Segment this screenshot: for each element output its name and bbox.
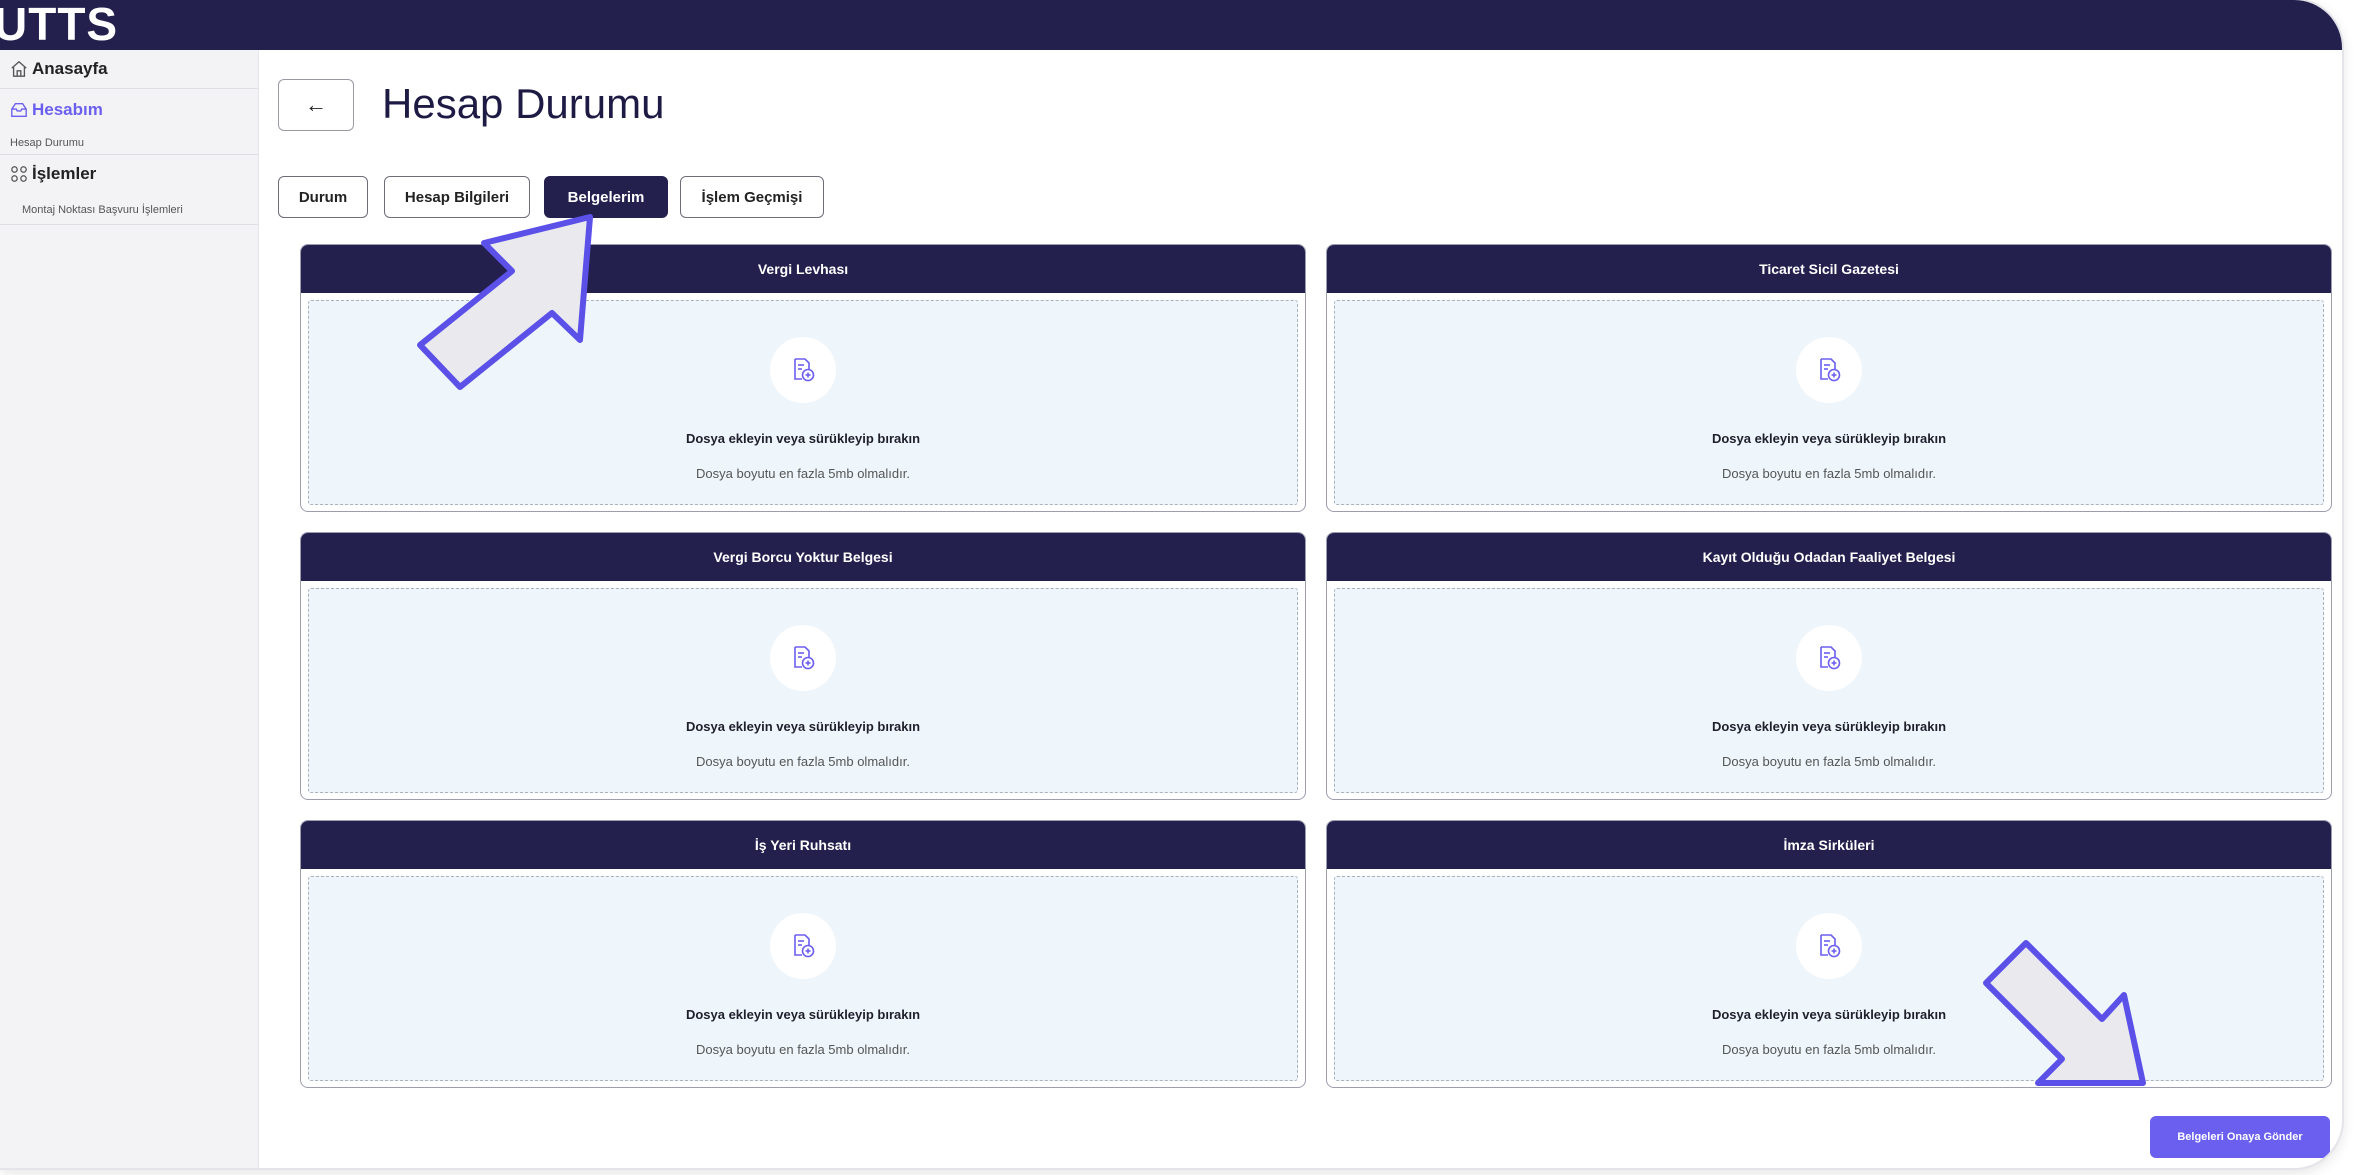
back-button[interactable]: ← [278,79,354,131]
document-card-faaliyet-belgesi: Kayıt Olduğu Odadan Faaliyet Belgesi Dos… [1326,532,2332,800]
sidebar-item-anasayfa[interactable]: Anasayfa [0,59,258,83]
dropzone-hint: Dosya boyutu en fazla 5mb olmalıdır. [696,466,910,481]
dropzone-title: Dosya ekleyin veya sürükleyip bırakın [1711,431,1947,446]
document-card-imza-sirkuleri: İmza Sirküleri Dosya ekleyin veya sürükl… [1326,820,2332,1088]
upload-icon-circle [770,337,836,403]
card-title: İmza Sirküleri [1327,821,2331,869]
upload-icon-circle [1796,625,1862,691]
sidebar: Anasayfa Hesabım Hesap Durumu İşlemler M… [0,50,259,1168]
dropzone-title: Dosya ekleyin veya sürükleyip bırakın [685,1007,921,1022]
file-add-icon [794,646,815,670]
sidebar-item-label: Anasayfa [32,59,108,78]
file-dropzone[interactable]: Dosya ekleyin veya sürükleyip bırakın Do… [1334,300,2324,505]
dropzone-hint: Dosya boyutu en fazla 5mb olmalıdır. [696,1042,910,1057]
sidebar-item-label: İşlemler [32,164,97,183]
dropzone-hint: Dosya boyutu en fazla 5mb olmalıdır. [1722,754,1936,769]
app-window: UTTS Anasayfa Hesabım Hesap Durumu İşlem… [0,0,2342,1168]
document-card-vergi-borcu: Vergi Borcu Yoktur Belgesi Dosya ekleyin… [300,532,1306,800]
tab-islem-gecmisi[interactable]: İşlem Geçmişi [680,176,824,218]
share-nodes-icon [11,166,27,182]
home-icon [11,60,27,77]
top-bar: UTTS [0,0,2342,50]
file-add-icon [794,934,815,958]
sidebar-divider [0,224,258,225]
file-dropzone[interactable]: Dosya ekleyin veya sürükleyip bırakın Do… [1334,588,2324,793]
card-title: Kayıt Olduğu Odadan Faaliyet Belgesi [1327,533,2331,581]
file-add-icon [1820,358,1841,382]
sidebar-divider [0,88,258,89]
upload-icon-circle [770,625,836,691]
file-dropzone[interactable]: Dosya ekleyin veya sürükleyip bırakın Do… [308,876,1298,1081]
file-dropzone[interactable]: Dosya ekleyin veya sürükleyip bırakın Do… [308,588,1298,793]
upload-icon-circle [770,913,836,979]
document-card-is-yeri-ruhsati: İş Yeri Ruhsatı Dosya ekleyin veya sürük… [300,820,1306,1088]
tab-durum[interactable]: Durum [278,176,368,218]
annotation-arrow-down-right-icon [1983,940,2146,1086]
dropzone-title: Dosya ekleyin veya sürükleyip bırakın [685,719,921,734]
file-dropzone[interactable]: Dosya ekleyin veya sürükleyip bırakın Do… [1334,876,2324,1081]
document-card-ticaret-sicil: Ticaret Sicil Gazetesi Dosya ekleyin vey… [1326,244,2332,512]
sidebar-item-label: Hesabım [32,100,103,119]
app-logo: UTTS [0,0,119,50]
upload-icon-circle [1796,913,1862,979]
submit-documents-button[interactable]: Belgeleri Onaya Gönder [2150,1116,2330,1158]
card-title: İş Yeri Ruhsatı [301,821,1305,869]
dropzone-title: Dosya ekleyin veya sürükleyip bırakın [685,431,921,446]
upload-icon-circle [1796,337,1862,403]
mail-box-icon [11,103,27,117]
card-title: Ticaret Sicil Gazetesi [1327,245,2331,293]
dropzone-hint: Dosya boyutu en fazla 5mb olmalıdır. [1722,466,1936,481]
annotation-arrow-up-right-icon [417,214,593,390]
dropzone-title: Dosya ekleyin veya sürükleyip bırakın [1711,719,1947,734]
sidebar-item-hesabim[interactable]: Hesabım [0,100,258,124]
arrow-left-icon: ← [305,92,327,117]
page-title: Hesap Durumu [382,80,665,127]
file-add-icon [794,358,815,382]
dropzone-title: Dosya ekleyin veya sürükleyip bırakın [1711,1007,1947,1022]
card-title: Vergi Borcu Yoktur Belgesi [301,533,1305,581]
file-add-icon [1820,934,1841,958]
file-add-icon [1820,646,1841,670]
sidebar-item-islemler[interactable]: İşlemler [0,164,258,188]
dropzone-hint: Dosya boyutu en fazla 5mb olmalıdır. [1722,1042,1936,1057]
sidebar-subitem-montaj[interactable]: Montaj Noktası Başvuru İşlemleri [22,204,183,216]
dropzone-hint: Dosya boyutu en fazla 5mb olmalıdır. [696,754,910,769]
sidebar-divider [0,154,258,155]
sidebar-subitem-hesap-durumu[interactable]: Hesap Durumu [10,137,84,149]
